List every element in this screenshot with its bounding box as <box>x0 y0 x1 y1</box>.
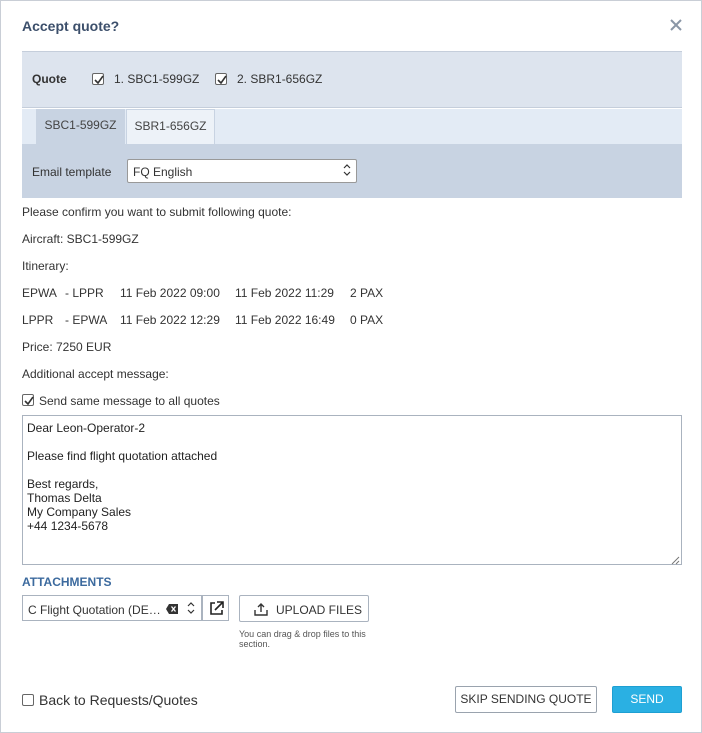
back-to-requests-label: Back to Requests/Quotes <box>39 692 198 708</box>
attachment-select-value: C Flight Quotation (DEFAULT) <box>28 603 163 617</box>
quote-tabs: SBC1-599GZ SBR1-656GZ <box>22 109 682 144</box>
back-to-requests-checkbox[interactable] <box>22 694 34 706</box>
send-button[interactable]: SEND <box>612 686 682 713</box>
quote-option-2-label: 2. SBR1-656GZ <box>237 72 323 86</box>
dialog-title: Accept quote? <box>22 18 120 34</box>
upload-files-label: UPLOAD FILES <box>276 603 363 617</box>
resize-handle-icon[interactable] <box>671 554 680 565</box>
open-external-button[interactable] <box>202 595 229 621</box>
accept-message-textarea[interactable]: Dear Leon-Operator-2 Please find flight … <box>22 415 682 565</box>
leg-departure: 11 Feb 2022 12:29 <box>120 313 220 327</box>
drop-hint-text: You can drag & drop files to this sectio… <box>239 629 366 649</box>
leg-from: LPPR <box>22 313 54 327</box>
email-template-value: FQ English <box>133 165 193 179</box>
quote-option-2-checkbox[interactable] <box>215 73 227 85</box>
price-text: Price: 7250 EUR <box>22 340 112 354</box>
external-link-icon <box>210 601 224 615</box>
message-line <box>27 463 677 477</box>
itinerary-label: Itinerary: <box>22 259 69 273</box>
leg-from: EPWA <box>22 286 57 300</box>
message-line <box>27 435 677 449</box>
attachment-select[interactable]: C Flight Quotation (DEFAULT) <box>22 595 202 621</box>
tab-sbc1-599gz[interactable]: SBC1-599GZ <box>36 109 125 144</box>
upload-icon <box>254 603 268 619</box>
aircraft-text: Aircraft: SBC1-599GZ <box>22 232 139 246</box>
accept-quote-dialog: Accept quote? Quote 1. SBC1-599GZ 2. SBR… <box>0 0 702 733</box>
leg-arrival: 11 Feb 2022 16:49 <box>235 313 335 327</box>
leg-pax: 2 PAX <box>350 286 384 300</box>
skip-sending-quote-button[interactable]: SKIP SENDING QUOTE <box>455 686 597 713</box>
select-arrows-icon <box>343 163 351 179</box>
message-line: Dear Leon-Operator-2 <box>27 421 146 435</box>
quote-option-1-checkbox[interactable] <box>92 73 104 85</box>
additional-message-label: Additional accept message: <box>22 367 169 381</box>
message-line: Thomas Delta <box>27 491 102 505</box>
email-template-bar: Email template FQ English <box>22 144 682 198</box>
quote-label: Quote <box>32 72 67 86</box>
attachments-title: ATTACHMENTS <box>22 575 112 589</box>
email-template-label: Email template <box>32 165 112 179</box>
message-line: Best regards, <box>27 477 99 491</box>
message-line: Please find flight quotation attached <box>27 449 218 463</box>
send-same-message-label: Send same message to all quotes <box>39 394 220 408</box>
email-template-select[interactable]: FQ English <box>127 159 357 183</box>
clear-icon[interactable] <box>166 603 178 614</box>
send-same-message-checkbox[interactable] <box>22 394 34 406</box>
confirm-text: Please confirm you want to submit follow… <box>22 205 292 219</box>
upload-files-button[interactable]: UPLOAD FILES <box>239 595 369 622</box>
message-line: My Company Sales <box>27 505 132 519</box>
tab-sbr1-656gz[interactable]: SBR1-656GZ <box>126 109 215 144</box>
message-line: +44 1234-5678 <box>27 519 109 533</box>
leg-departure: 11 Feb 2022 09:00 <box>120 286 220 300</box>
leg-pax: 0 PAX <box>350 313 384 327</box>
leg-to: - LPPR <box>65 286 104 300</box>
quote-selection-bar: Quote 1. SBC1-599GZ 2. SBR1-656GZ <box>22 51 682 108</box>
close-icon[interactable] <box>667 16 685 34</box>
leg-arrival: 11 Feb 2022 11:29 <box>235 286 334 300</box>
select-arrows-icon <box>187 601 195 617</box>
quote-option-1-label: 1. SBC1-599GZ <box>114 72 200 86</box>
leg-to: - EPWA <box>65 313 108 327</box>
